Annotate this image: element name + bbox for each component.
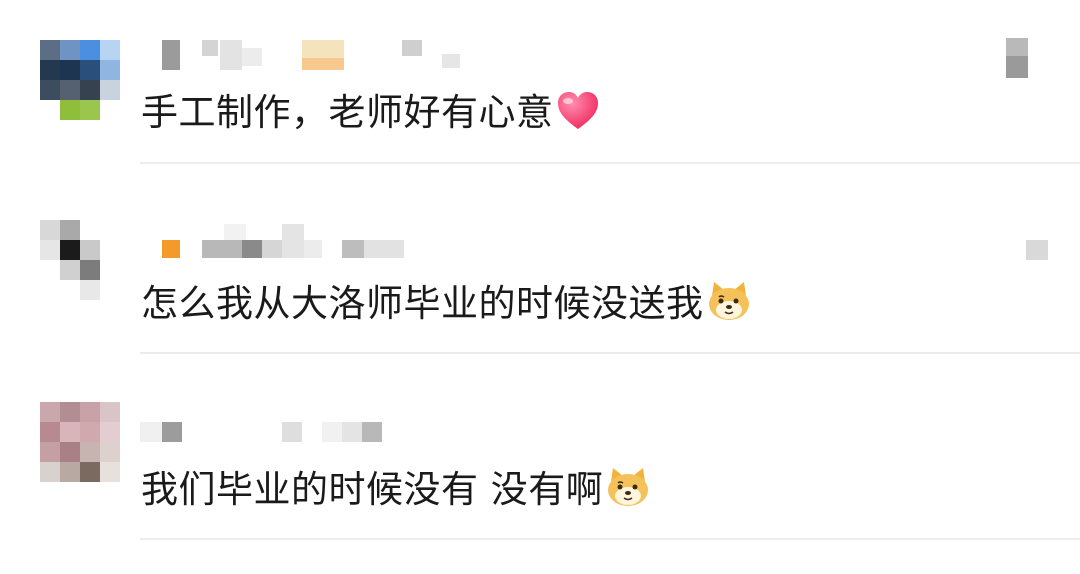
avatar-pixel <box>40 220 60 240</box>
avatar[interactable] <box>40 220 120 300</box>
avatar-pixel <box>60 60 80 80</box>
avatar-pixel <box>40 422 60 442</box>
like-button[interactable] <box>1006 38 1028 80</box>
avatar-pixel <box>60 462 80 482</box>
divider <box>140 538 1080 540</box>
avatar-pixel <box>100 280 120 300</box>
avatar-pixel <box>100 60 120 80</box>
avatar-pixel <box>100 220 120 240</box>
avatar-pixel <box>80 280 100 300</box>
comment-text: 手工制作，老师好有心意 <box>141 90 600 142</box>
avatar-pixel <box>60 280 80 300</box>
avatar-pixel <box>40 280 60 300</box>
avatar-pixel <box>60 40 80 60</box>
avatar-pixel <box>100 100 120 120</box>
avatar-pixel <box>80 80 100 100</box>
avatar-pixel <box>100 442 120 462</box>
avatar-pixel <box>80 60 100 80</box>
avatar-pixel <box>60 402 80 422</box>
avatar-pixel <box>60 422 80 442</box>
avatar-pixel <box>40 40 60 60</box>
comment-text-content: 手工制作，老师好有心意 <box>141 91 554 134</box>
avatar[interactable] <box>40 402 120 482</box>
avatar-pixel <box>60 80 80 100</box>
comment-text: 怎么我从大洛师毕业的时候没送我 <box>141 280 752 333</box>
avatar-pixel <box>60 220 80 240</box>
avatar-pixel <box>80 260 100 280</box>
username-blurred[interactable] <box>140 418 700 448</box>
divider <box>140 162 1080 164</box>
avatar-pixel <box>80 462 100 482</box>
avatar-pixel <box>40 60 60 80</box>
avatar-pixel <box>100 422 120 442</box>
avatar-pixel <box>80 220 100 240</box>
avatar-pixel <box>80 240 100 260</box>
comment-text-content: 怎么我从大洛师毕业的时候没送我 <box>141 282 704 325</box>
avatar-pixel <box>80 100 100 120</box>
avatar-pixel <box>80 402 100 422</box>
doge-icon <box>605 466 651 519</box>
avatar-pixel <box>40 402 60 422</box>
avatar-pixel <box>80 442 100 462</box>
avatar-pixel <box>60 260 80 280</box>
avatar-pixel <box>80 40 100 60</box>
avatar-pixel <box>60 240 80 260</box>
heart-icon <box>556 91 600 142</box>
avatar-pixel <box>100 80 120 100</box>
like-button[interactable] <box>1026 240 1048 260</box>
avatar-pixel <box>40 442 60 462</box>
avatar-pixel <box>60 442 80 462</box>
avatar-pixel <box>80 422 100 442</box>
avatar-pixel <box>60 100 80 120</box>
doge-icon <box>706 280 752 333</box>
avatar[interactable] <box>40 40 120 120</box>
avatar-pixel <box>40 80 60 100</box>
avatar-pixel <box>100 40 120 60</box>
divider <box>140 352 1080 354</box>
username-blurred[interactable] <box>140 218 700 258</box>
avatar-pixel <box>40 240 60 260</box>
username-blurred[interactable] <box>140 38 700 70</box>
avatar-pixel <box>40 462 60 482</box>
avatar-pixel <box>100 260 120 280</box>
comment-text-content: 我们毕业的时候没有 没有啊 <box>141 468 604 511</box>
comment-text: 我们毕业的时候没有 没有啊 <box>141 466 651 519</box>
avatar-pixel <box>40 100 60 120</box>
avatar-pixel <box>100 240 120 260</box>
avatar-pixel <box>40 260 60 280</box>
avatar-pixel <box>100 462 120 482</box>
avatar-pixel <box>100 402 120 422</box>
